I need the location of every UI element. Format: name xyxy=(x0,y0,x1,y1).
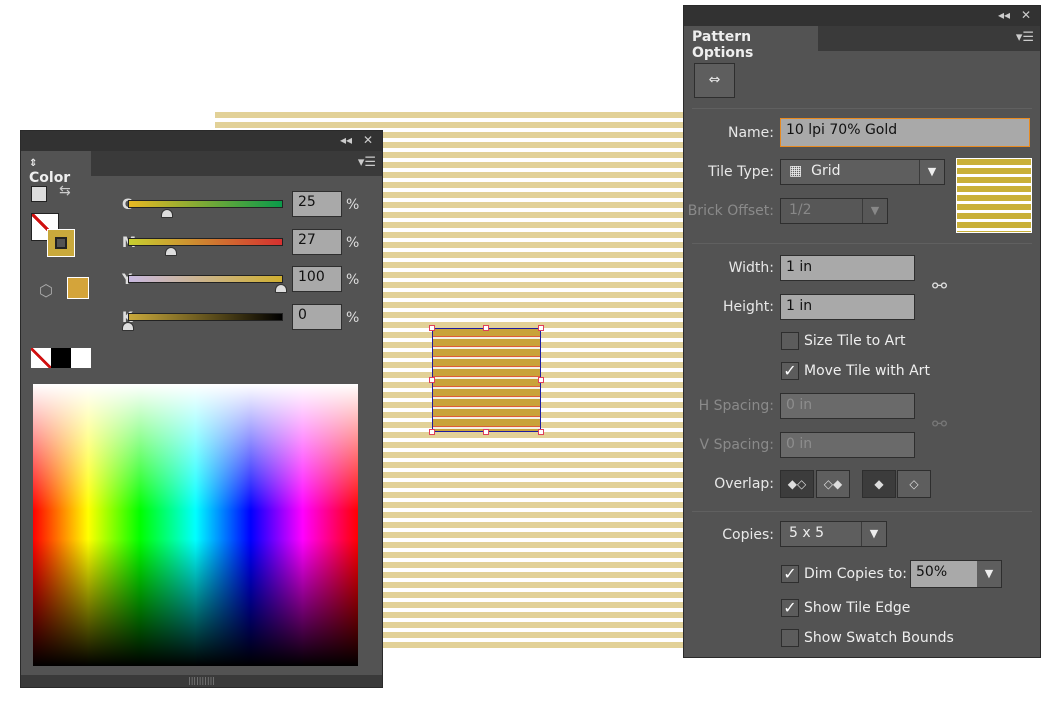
chevron-down-icon: ▼ xyxy=(919,160,944,184)
width-input[interactable]: 1 in xyxy=(780,255,915,281)
collapse-icon[interactable]: ◂◂ xyxy=(998,8,1010,22)
cyan-input[interactable]: 25 xyxy=(292,191,342,217)
stroke-color-swatch[interactable] xyxy=(47,229,75,257)
overlap-label: Overlap: xyxy=(714,476,774,492)
selection-handle[interactable] xyxy=(429,325,435,331)
grid-icon: ▦ xyxy=(789,163,803,179)
tile-type-value: Grid xyxy=(811,163,841,179)
selection-handle[interactable] xyxy=(538,429,544,435)
chevron-down-icon: ▼ xyxy=(861,522,886,546)
tab-label: Pattern Options xyxy=(692,29,754,61)
left-in-front-button[interactable]: ◆◇ xyxy=(780,470,814,498)
brick-offset-value: 1/2 xyxy=(789,202,812,218)
slider-thumb[interactable] xyxy=(122,322,134,331)
width-label: Width: xyxy=(728,260,774,276)
magenta-input[interactable]: 27 xyxy=(292,229,342,255)
name-input[interactable]: 10 lpi 70% Gold xyxy=(780,118,1030,147)
divider xyxy=(692,243,1032,244)
dim-copies-label: Dim Copies to: xyxy=(804,566,908,582)
color-spectrum[interactable] xyxy=(33,384,358,666)
brick-offset-dropdown[interactable]: 1/2 ▼ xyxy=(780,198,888,224)
selection-handle[interactable] xyxy=(429,377,435,383)
panel-titlebar[interactable]: ◂◂ ✕ xyxy=(684,6,1040,26)
tile-type-dropdown[interactable]: ▦ Grid ▼ xyxy=(780,159,945,185)
slider-thumb[interactable] xyxy=(165,247,177,256)
swap-colors-icon[interactable]: ⇆ xyxy=(59,183,71,199)
black-input[interactable]: 0 xyxy=(292,304,342,330)
tile-type-label: Tile Type: xyxy=(708,164,774,180)
dim-copies-checkbox[interactable]: ✓ xyxy=(781,565,799,583)
chevron-down-icon: ▼ xyxy=(862,199,887,223)
move-tile-label: Move Tile with Art xyxy=(804,363,930,379)
white-swatch[interactable] xyxy=(71,348,91,368)
close-icon[interactable]: ✕ xyxy=(1021,8,1031,22)
copies-label: Copies: xyxy=(722,527,774,543)
move-tile-with-art-checkbox[interactable]: ✓ xyxy=(781,362,799,380)
show-swatch-bounds-label: Show Swatch Bounds xyxy=(804,630,954,646)
black-swatch[interactable] xyxy=(51,348,71,368)
pattern-tile-tool-button[interactable]: ⇔ xyxy=(694,63,735,98)
panel-titlebar[interactable]: ◂◂ ✕ xyxy=(21,131,382,151)
size-tile-to-art-checkbox[interactable] xyxy=(781,332,799,350)
divider xyxy=(692,511,1032,512)
brick-offset-label: Brick Offset: xyxy=(687,203,774,219)
black-slider[interactable] xyxy=(128,313,283,321)
show-tile-edge-label: Show Tile Edge xyxy=(804,600,911,616)
show-tile-edge-checkbox[interactable]: ✓ xyxy=(781,599,799,617)
bottom-in-front-button[interactable]: ◇ xyxy=(897,470,931,498)
size-tile-label: Size Tile to Art xyxy=(804,333,906,349)
panel-menu-icon[interactable]: ▾☰ xyxy=(358,155,376,170)
percent-label: % xyxy=(346,197,360,213)
selection-handle[interactable] xyxy=(429,429,435,435)
percent-label: % xyxy=(346,235,360,251)
pattern-options-panel: ◂◂ ✕ Pattern Options ▾☰ ⇔ Name: 10 lpi 7… xyxy=(683,5,1041,658)
link-proportions-icon[interactable]: ⚯ xyxy=(932,276,947,297)
v-spacing-input[interactable]: 0 in xyxy=(780,432,915,458)
resize-grip[interactable]: |||||||||| xyxy=(21,675,382,687)
selection-handle[interactable] xyxy=(483,429,489,435)
show-swatch-bounds-checkbox[interactable] xyxy=(781,629,799,647)
yellow-input[interactable]: 100 xyxy=(292,266,342,292)
cyan-slider[interactable] xyxy=(128,200,283,208)
dim-copies-value: 50% xyxy=(916,564,948,580)
chevron-down-icon: ▼ xyxy=(977,561,1001,587)
right-in-front-button[interactable]: ◇◆ xyxy=(816,470,850,498)
pattern-tile-selection[interactable] xyxy=(429,325,544,435)
default-colors-icon[interactable] xyxy=(31,186,47,202)
v-spacing-label: V Spacing: xyxy=(699,437,774,453)
gamut-color-swatch[interactable] xyxy=(67,277,89,299)
tab-color[interactable]: ⇕ Color xyxy=(21,151,91,186)
percent-label: % xyxy=(346,272,360,288)
h-spacing-label: H Spacing: xyxy=(698,398,774,414)
slider-thumb[interactable] xyxy=(275,284,287,293)
link-spacing-icon[interactable]: ⚯ xyxy=(932,414,947,435)
out-of-gamut-cube-icon[interactable]: ⬡ xyxy=(39,281,53,300)
h-spacing-input[interactable]: 0 in xyxy=(780,393,915,419)
copies-dropdown[interactable]: 5 x 5 ▼ xyxy=(780,521,887,547)
selection-handle[interactable] xyxy=(538,377,544,383)
close-icon[interactable]: ✕ xyxy=(363,133,373,147)
height-label: Height: xyxy=(723,299,774,315)
pattern-preview-swatch xyxy=(956,158,1032,233)
panel-menu-icon[interactable]: ▾☰ xyxy=(1016,30,1034,45)
copies-value: 5 x 5 xyxy=(789,525,824,541)
none-swatch[interactable] xyxy=(31,348,51,368)
tab-pattern-options[interactable]: Pattern Options xyxy=(684,26,818,61)
yellow-slider[interactable] xyxy=(128,275,283,283)
selection-handle[interactable] xyxy=(538,325,544,331)
color-panel: ◂◂ ✕ ⇕ Color ▾☰ ⇆ ⬡ C 25 % M 27 % Y 100 … xyxy=(20,130,383,688)
collapse-icon[interactable]: ◂◂ xyxy=(340,133,352,147)
dim-copies-dropdown[interactable]: 50% ▼ xyxy=(910,560,1002,588)
name-label: Name: xyxy=(727,125,774,141)
slider-thumb[interactable] xyxy=(161,209,173,218)
percent-label: % xyxy=(346,310,360,326)
updown-icon: ⇕ xyxy=(29,158,38,169)
selection-handle[interactable] xyxy=(483,325,489,331)
magenta-slider[interactable] xyxy=(128,238,283,246)
top-in-front-button[interactable]: ◆ xyxy=(862,470,896,498)
divider xyxy=(692,108,1032,109)
height-input[interactable]: 1 in xyxy=(780,294,915,320)
